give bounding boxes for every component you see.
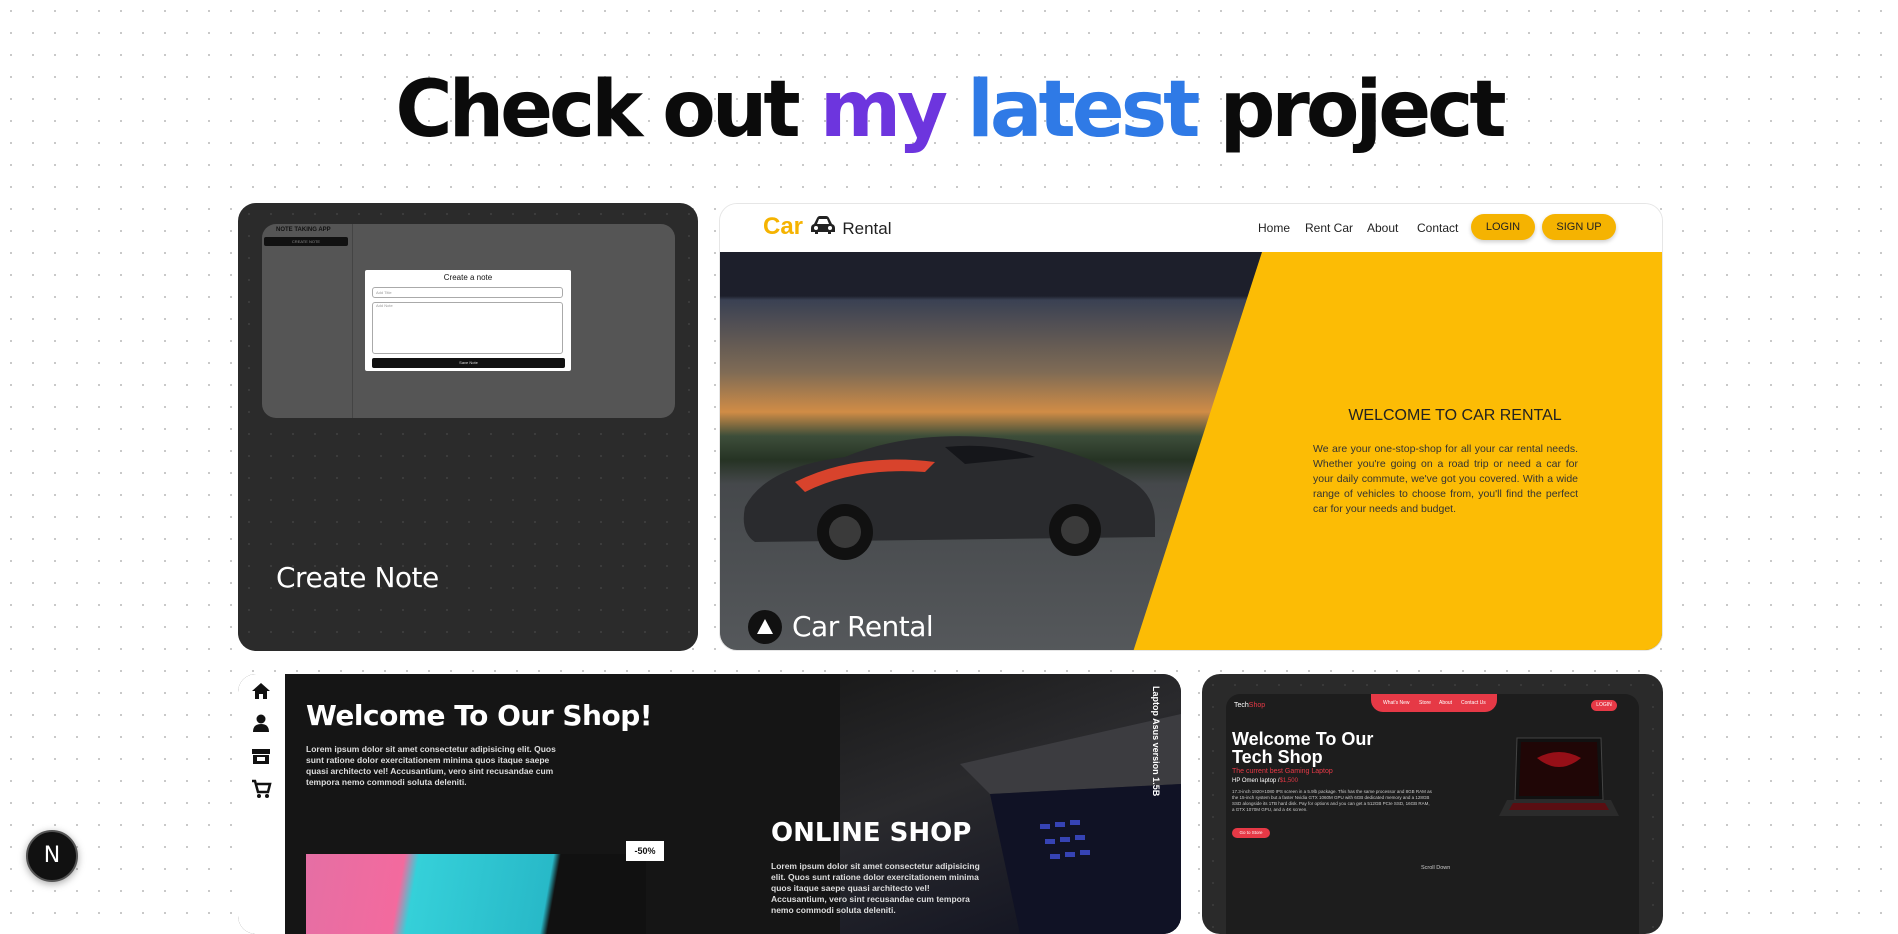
note-sidebar: NOTE TAKING APP CREATE NOTE (262, 224, 353, 418)
home-icon (252, 683, 270, 699)
project-title: Create Note (276, 561, 439, 594)
tech-nav-contact: Contact Us (1461, 700, 1486, 706)
note-save-button: Save Note (372, 358, 565, 368)
note-app-title: NOTE TAKING APP (276, 227, 331, 233)
car-logo-rental: Rental (842, 219, 892, 238)
project-card-tech-shop[interactable]: TechShop What's New Store About Contact … (1202, 674, 1663, 934)
tech-heading-line1: Welcome To Our (1232, 729, 1374, 749)
car-navbar: Car Rental Home Rent Car About Contact L… (720, 204, 1662, 252)
tech-store-button: Go to Store (1232, 828, 1270, 838)
headline-part2: my (819, 65, 948, 155)
note-modal-title: Create a note (443, 273, 493, 282)
tech-brand-b: Shop (1248, 702, 1266, 709)
tech-brand: TechShop (1234, 702, 1265, 709)
laptop-image (1499, 737, 1619, 816)
note-title-input: Add Title (372, 287, 563, 298)
project-card-create-note[interactable]: NOTE TAKING APP CREATE NOTE Create a not… (238, 203, 698, 651)
note-create-button: CREATE NOTE (264, 237, 348, 246)
tech-shop-preview: TechShop What's New Store About Contact … (1226, 694, 1639, 934)
car-signup-button: SIGN UP (1542, 214, 1616, 240)
note-body-input: Add Note (372, 302, 563, 354)
vertical-product-label: Laptop Asus version 1.5B (1151, 686, 1161, 797)
project-card-online-shop[interactable]: Welcome To Our Shop! Lorem ipsum dolor s… (238, 674, 1181, 934)
car-menu-contact: Contact (1417, 221, 1459, 235)
car-login-button: LOGIN (1471, 214, 1535, 240)
tech-heading-line2: Tech Shop (1232, 747, 1323, 767)
cart-icon (252, 779, 272, 798)
car-logo: Car Rental (763, 213, 892, 241)
tech-scroll-down: Scroll Down (1421, 865, 1451, 871)
sports-car-image (743, 436, 1155, 560)
user-icon (253, 714, 269, 732)
floating-n-badge[interactable]: N (26, 830, 78, 882)
tech-login-button: LOGIN (1591, 700, 1617, 711)
tech-nav-about: About (1439, 700, 1453, 706)
headline-part1: Check out (395, 65, 820, 155)
tech-price: $1,500 (1279, 778, 1298, 784)
shop-product-image (306, 854, 646, 934)
tech-model: HP Omen laptop /$1,500 (1232, 778, 1298, 784)
car-menu-home: Home (1258, 221, 1291, 235)
tech-nav: What's New Store About Contact Us (1371, 694, 1497, 712)
car-icon (810, 216, 835, 234)
car-description: We are your one-stop-shop for all your c… (1313, 443, 1578, 515)
store-icon (252, 749, 270, 764)
car-welcome-heading: WELCOME TO CAR RENTAL (1348, 407, 1562, 424)
headline-part3: latest (943, 65, 1200, 155)
tech-brand-a: Tech (1234, 702, 1249, 709)
tech-model-name: HP Omen laptop / (1232, 778, 1280, 784)
tech-description: 17.3-inch 1920×1080 IPS screen in a 5.9l… (1232, 789, 1432, 812)
car-hero: WELCOME TO CAR RENTAL We are your one-st… (720, 252, 1662, 650)
car-logo-car: Car (763, 213, 804, 240)
discount-badge: -50% (626, 841, 664, 861)
page-headline: Check out my latest project (0, 62, 1898, 158)
online-shop-heading: ONLINE SHOP (771, 818, 972, 848)
tech-nav-new: What's New (1383, 700, 1410, 706)
project-title: Car Rental (792, 610, 934, 643)
online-shop-text: Lorem ipsum dolor sit amet consectetur a… (771, 861, 980, 915)
car-menu-about: About (1367, 221, 1399, 235)
tech-tagline: The current best Gaming Laptop (1232, 768, 1333, 775)
triangle-icon (748, 610, 782, 644)
headline-part4: project (1196, 65, 1507, 155)
note-app-preview: NOTE TAKING APP CREATE NOTE Create a not… (262, 224, 675, 418)
project-card-car-rental[interactable]: Car Rental Home Rent Car About Contact L… (719, 203, 1663, 651)
shop-intro: Lorem ipsum dolor sit amet consectetur a… (306, 744, 556, 787)
tech-nav-store: Store (1419, 700, 1431, 706)
tech-heading: Welcome To Our Tech Shop (1232, 730, 1373, 766)
note-modal: Create a note Add Title Add Note Save No… (365, 270, 571, 371)
shop-heading: Welcome To Our Shop! (306, 699, 653, 732)
shop-sidebar (238, 674, 285, 934)
car-menu-rent: Rent Car (1305, 221, 1354, 235)
